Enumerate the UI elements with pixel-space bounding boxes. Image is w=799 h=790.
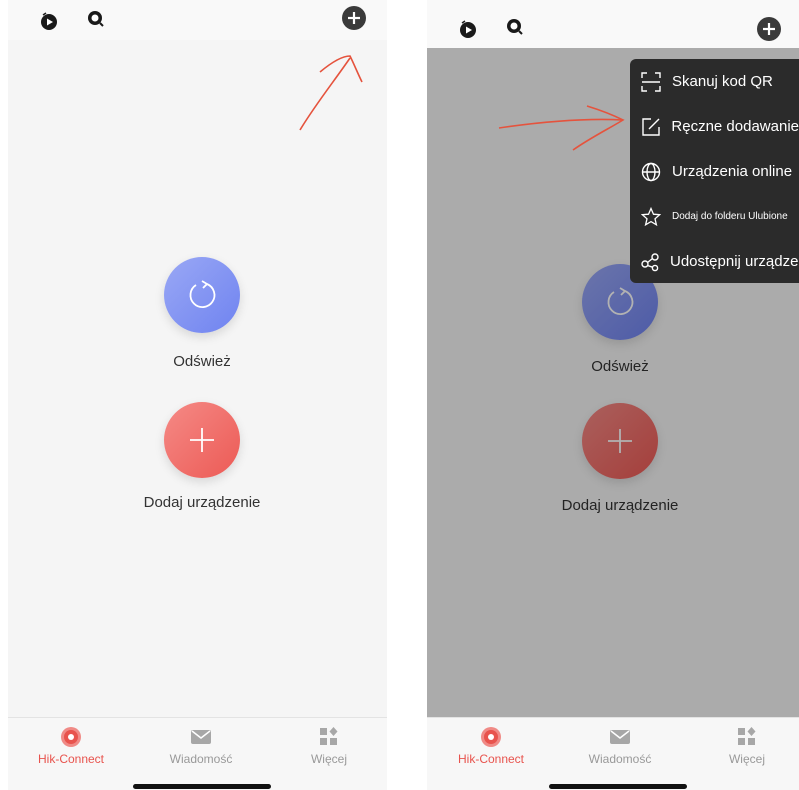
menu-item-add-favorites[interactable]: Dodaj do folderu Ulubione xyxy=(630,194,799,239)
menu-item-share-device[interactable]: Udostępnij urządzenie xyxy=(630,239,799,284)
tab-bar: Hik-Connect Wiadomość Więcej xyxy=(8,717,387,790)
tab-wiecej[interactable]: Więcej xyxy=(697,726,797,766)
envelope-icon xyxy=(570,726,670,748)
add-menu-popup: Skanuj kod QR Ręczne dodawanie Urządzeni… xyxy=(630,59,799,283)
star-icon xyxy=(640,206,662,228)
tab-label: Hik-Connect xyxy=(37,752,105,766)
tab-label: Hik-Connect xyxy=(457,752,525,766)
menu-item-scan-qr[interactable]: Skanuj kod QR xyxy=(630,59,799,104)
refresh-icon xyxy=(189,280,216,309)
grid-more-icon xyxy=(279,726,379,748)
edit-icon xyxy=(640,116,661,138)
top-bar xyxy=(8,0,387,40)
tab-bar: Hik-Connect Wiadomość Więcej xyxy=(427,717,799,790)
device-list-area: Odśwież Dodaj urządzenie xyxy=(8,40,387,717)
home-indicator xyxy=(549,784,687,789)
refresh-label: Odśwież xyxy=(173,353,231,370)
menu-item-label: Dodaj do folderu Ulubione xyxy=(672,211,788,222)
search-icon[interactable] xyxy=(85,8,107,30)
add-device-label: Dodaj urządzenie xyxy=(143,494,261,511)
left-screen: Odśwież Dodaj urządzenie Hik-Connect Wia… xyxy=(8,0,387,790)
menu-item-label: Udostępnij urządzenie xyxy=(670,253,799,270)
menu-item-label: Urządzenia online xyxy=(672,163,793,180)
tab-label: Wiadomość xyxy=(588,752,652,766)
playback-icon[interactable] xyxy=(457,18,479,40)
plus-icon xyxy=(190,428,214,452)
add-plus-icon[interactable] xyxy=(341,5,367,31)
add-device-button[interactable] xyxy=(164,402,240,478)
tab-hik-connect[interactable]: Hik-Connect xyxy=(441,726,541,766)
menu-item-online-devices[interactable]: Urządzenia online xyxy=(630,149,799,194)
tab-wiecej[interactable]: Więcej xyxy=(279,726,379,766)
tab-hik-connect[interactable]: Hik-Connect xyxy=(21,726,121,766)
right-screen: Odśwież Dodaj urządzenie Skanuj kod QR R… xyxy=(427,0,799,790)
tab-label: Więcej xyxy=(728,752,765,766)
add-plus-icon[interactable] xyxy=(756,16,782,42)
share-icon xyxy=(640,251,660,273)
tab-label: Wiadomość xyxy=(169,752,233,766)
envelope-icon xyxy=(151,726,251,748)
menu-item-label: Skanuj kod QR xyxy=(672,73,773,90)
hik-connect-icon xyxy=(21,726,121,748)
tab-label: Więcej xyxy=(310,752,347,766)
globe-icon xyxy=(640,161,662,183)
grid-more-icon xyxy=(697,726,797,748)
menu-item-manual-add[interactable]: Ręczne dodawanie xyxy=(630,104,799,149)
search-icon[interactable] xyxy=(504,16,526,38)
playback-icon[interactable] xyxy=(38,10,60,32)
tab-wiadomosc[interactable]: Wiadomość xyxy=(151,726,251,766)
refresh-button[interactable] xyxy=(164,257,240,333)
home-indicator xyxy=(133,784,271,789)
tab-wiadomosc[interactable]: Wiadomość xyxy=(570,726,670,766)
menu-item-label: Ręczne dodawanie xyxy=(671,118,799,135)
top-bar xyxy=(427,0,799,48)
hik-connect-icon xyxy=(441,726,541,748)
scan-qr-icon xyxy=(640,71,662,93)
